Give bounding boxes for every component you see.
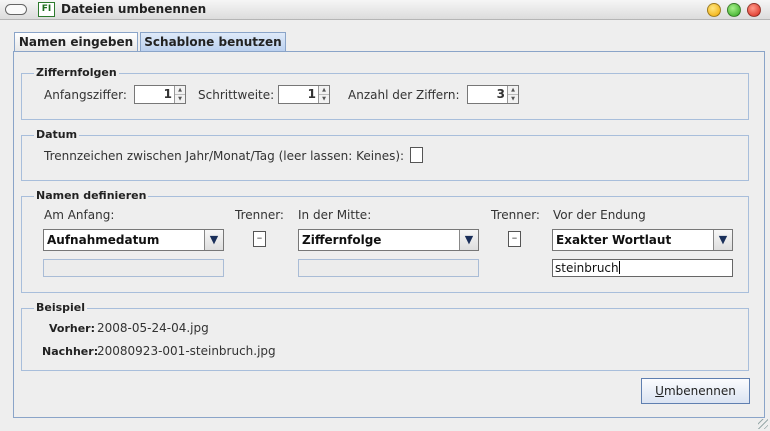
chevron-down-icon[interactable]: ▼ <box>459 230 478 250</box>
digit-count-value: 3 <box>496 87 505 101</box>
window-menu-icon[interactable] <box>5 4 27 15</box>
title-bar: FI Dateien umbenennen <box>0 0 770 20</box>
names-group-title: Namen definieren <box>34 189 149 202</box>
digit-count-spinner[interactable]: 3 ▲ ▼ <box>467 85 519 104</box>
chevron-down-icon[interactable]: ▼ <box>204 230 223 250</box>
spinner-up-icon[interactable]: ▲ <box>175 86 185 94</box>
start-part-value: Aufnahmedatum <box>47 233 160 247</box>
after-value: 20080923-001-steinbruch.jpg <box>97 344 276 358</box>
digits-group-title: Ziffernfolgen <box>34 66 119 79</box>
example-group: Beispiel <box>21 301 749 371</box>
digit-count-label: Anzahl der Ziffern: <box>348 88 460 102</box>
step-arrows[interactable]: ▲ ▼ <box>318 86 329 103</box>
start-part-text-field <box>43 259 224 277</box>
end-part-value: Exakter Wortlaut <box>556 233 672 247</box>
end-part-text-value: steinbruch <box>555 261 620 275</box>
end-part-label: Vor der Endung <box>553 208 646 222</box>
step-label: Schrittweite: <box>198 88 275 102</box>
chevron-down-icon[interactable]: ▼ <box>713 230 732 250</box>
start-digit-spinner[interactable]: 1 ▲ ▼ <box>134 85 186 104</box>
middle-part-label: In der Mitte: <box>298 208 372 222</box>
rename-button[interactable]: Umbenennen <box>641 378 750 404</box>
separator-2-input[interactable]: – <box>508 231 521 247</box>
start-part-label: Am Anfang: <box>44 208 115 222</box>
end-part-text-field[interactable]: steinbruch <box>552 259 733 277</box>
close-button[interactable] <box>747 3 761 17</box>
after-label: Nachher: <box>42 345 99 358</box>
digit-count-arrows[interactable]: ▲ ▼ <box>507 86 518 103</box>
step-spinner[interactable]: 1 ▲ ▼ <box>278 85 330 104</box>
end-part-select[interactable]: Exakter Wortlaut ▼ <box>552 229 733 251</box>
separator-2-label: Trenner: <box>491 208 540 222</box>
spinner-down-icon[interactable]: ▼ <box>508 94 518 102</box>
resize-grip[interactable] <box>758 419 768 429</box>
step-value: 1 <box>307 87 316 101</box>
spinner-up-icon[interactable]: ▲ <box>319 86 329 94</box>
middle-part-value: Ziffernfolge <box>302 233 382 247</box>
maximize-button[interactable] <box>727 3 741 17</box>
app-icon: FI <box>38 2 55 17</box>
before-value: 2008-05-24-04.jpg <box>97 321 209 335</box>
window-title: Dateien umbenennen <box>61 2 207 16</box>
start-digit-value: 1 <box>163 87 172 101</box>
tab-namen-eingeben[interactable]: Namen eingeben <box>14 32 138 52</box>
middle-part-select[interactable]: Ziffernfolge ▼ <box>298 229 479 251</box>
start-digit-arrows[interactable]: ▲ ▼ <box>174 86 185 103</box>
minimize-button[interactable] <box>707 3 721 17</box>
before-label: Vorher: <box>49 322 96 335</box>
spinner-down-icon[interactable]: ▼ <box>175 94 185 102</box>
spinner-up-icon[interactable]: ▲ <box>508 86 518 94</box>
date-group-title: Datum <box>34 128 80 141</box>
separator-1-input[interactable]: – <box>253 231 266 247</box>
example-group-title: Beispiel <box>34 301 88 314</box>
separator-1-label: Trenner: <box>235 208 284 222</box>
spinner-down-icon[interactable]: ▼ <box>319 94 329 102</box>
date-separator-label: Trennzeichen zwischen Jahr/Monat/Tag (le… <box>44 149 405 163</box>
tab-schablone-benutzen[interactable]: Schablone benutzen <box>140 32 286 52</box>
start-digit-label: Anfangsziffer: <box>44 88 127 102</box>
middle-part-text-field <box>298 259 479 277</box>
date-separator-input[interactable] <box>410 147 423 163</box>
start-part-select[interactable]: Aufnahmedatum ▼ <box>43 229 224 251</box>
